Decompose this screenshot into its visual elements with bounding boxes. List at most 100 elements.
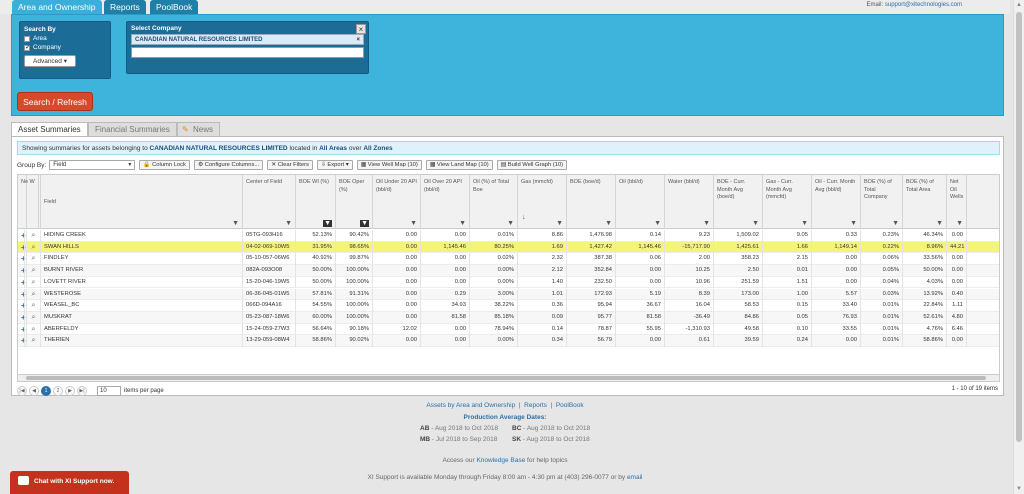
page-2-button[interactable]: 2 (53, 386, 63, 396)
tab-asset-summaries[interactable]: Asset Summaries (11, 122, 88, 137)
remove-chip-icon[interactable]: × (356, 35, 360, 45)
close-icon[interactable]: × (356, 24, 366, 34)
view-well-map-button[interactable]: ▦ View Well Map (10) (356, 160, 422, 170)
table-row[interactable]: + ⌕ ABERFELDY 15-24-059-27W3 56.64% 90.18% 12.… (18, 323, 999, 336)
tab-area-and-ownership[interactable]: Area and Ownership (12, 0, 102, 15)
export-button[interactable]: ⇩ Export ▾ (316, 160, 353, 170)
scroll-up-icon[interactable]: ▲ (1016, 2, 1022, 8)
last-page-button[interactable]: ▶| (77, 386, 87, 396)
company-search-input[interactable] (131, 47, 364, 58)
next-page-button[interactable]: ▶ (65, 386, 75, 396)
column-header[interactable]: Water (bbl/d) ▼ (665, 175, 714, 229)
filter-icon[interactable]: ▼ (323, 219, 332, 227)
table-row[interactable]: + ⌕ LOVETT RIVER 15-20-046-19W5 50.00% 100.00… (18, 276, 999, 289)
magnify-icon[interactable]: ⌕ (27, 265, 41, 277)
column-lock-button[interactable]: 🔒 Column Lock (139, 160, 190, 170)
search-refresh-button[interactable]: Search / Refresh (17, 92, 93, 111)
table-cell: 0.00 (421, 276, 470, 289)
tab-reports[interactable]: Reports (104, 0, 146, 15)
table-row[interactable]: + ⌕ SWAN HILLS 04-02-069-10W5 31.95% 98.65% 0.… (18, 241, 999, 254)
column-header[interactable]: BOE Oper (%) ▼ (336, 175, 373, 229)
filter-icon[interactable]: ▼ (410, 220, 417, 228)
advanced-button[interactable]: Advanced ▾ (24, 55, 76, 67)
magnify-icon[interactable]: ⌕ (27, 230, 41, 242)
first-page-button[interactable]: |◀ (17, 386, 27, 396)
support-email-link[interactable]: support@xitechnologies.com (885, 2, 962, 8)
filter-icon[interactable]: ▼ (556, 220, 563, 228)
magnify-icon[interactable]: ⌕ (27, 241, 41, 254)
tab-news[interactable]: ✎ News (177, 122, 221, 136)
filter-icon[interactable]: ▼ (956, 220, 963, 228)
tab-financial-summaries[interactable]: Financial Summaries (88, 122, 177, 136)
clear-filters-button[interactable]: ✕ Clear Filters (267, 160, 313, 170)
table-row[interactable]: + ⌕ BURNT RIVER 082A-093O08 50.00% 100.00% 0.0… (18, 265, 999, 277)
column-header[interactable]: Oil Over 20 API (bbl/d) ▼ (421, 175, 470, 229)
footer-link-assets[interactable]: Assets by Area and Ownership (426, 402, 515, 409)
filter-icon[interactable]: ▼ (654, 220, 661, 228)
column-header[interactable]: Oil (bbl/d) ▼ (616, 175, 665, 229)
filter-icon[interactable]: ▼ (936, 220, 943, 228)
table-row[interactable]: + ⌕ MUSKRAT 05-23-087-18W6 60.00% 100.00% 0.00… (18, 311, 999, 324)
filter-icon[interactable]: ▼ (892, 220, 899, 228)
column-header[interactable]: Center of Field ▼ (243, 175, 296, 229)
column-header[interactable]: Ne W (18, 175, 39, 229)
table-row[interactable]: + ⌕ WESTEROSE 06-36-045-01W5 57.81% 91.31% 0.0… (18, 288, 999, 301)
prev-page-button[interactable]: ◀ (29, 386, 39, 396)
column-header[interactable]: Oil Under 20 API (bbl/d) ▼ (373, 175, 421, 229)
column-header[interactable]: BOE (boe/d) ▼ (567, 175, 616, 229)
column-header[interactable]: Gas (mmcfd) ↓ ▼ (518, 175, 567, 229)
filter-icon[interactable]: ▼ (850, 220, 857, 228)
area-option[interactable]: Area (24, 35, 106, 42)
magnify-icon[interactable]: ⌕ (27, 300, 41, 312)
magnify-icon[interactable]: ⌕ (27, 323, 41, 336)
area-checkbox[interactable] (24, 35, 30, 42)
table-row[interactable]: + ⌕ FINDLEY 05-10-057-06W6 40.92% 99.87% 0.00 0… (18, 253, 999, 266)
clear-filters-label: Clear Filters (277, 162, 309, 168)
filter-icon[interactable]: ▼ (232, 220, 239, 228)
column-header[interactable]: BOE - Curr. Month Avg (boe/d) ▼ (714, 175, 763, 229)
magnify-icon[interactable]: ⌕ (27, 311, 41, 324)
filter-icon[interactable]: ▼ (752, 220, 759, 228)
magnify-icon[interactable]: ⌕ (27, 253, 41, 266)
vertical-scrollbar[interactable]: ▲ ▼ (1013, 0, 1024, 494)
company-option[interactable]: Company (24, 43, 106, 51)
group-by-select[interactable]: Field (49, 160, 136, 170)
filter-icon[interactable]: ▼ (360, 219, 369, 227)
column-header[interactable]: Field ▼ (41, 175, 243, 229)
horizontal-scrollbar[interactable] (18, 374, 999, 381)
tab-poolbook[interactable]: PoolBook (150, 0, 199, 15)
footer-link-poolbook[interactable]: PoolBook (556, 402, 584, 409)
filter-icon[interactable]: ▼ (459, 220, 466, 228)
filter-icon[interactable]: ▼ (703, 220, 710, 228)
chat-support-button[interactable]: Chat with XI Support now. (10, 471, 129, 494)
table-row[interactable]: + ⌕ THERIEN 13-29-059-08W4 58.86% 90.02% 0.00 0… (18, 335, 999, 347)
footer-link-reports[interactable]: Reports (524, 402, 547, 409)
knowledge-base-link[interactable]: Knowledge Base (476, 457, 525, 464)
column-header[interactable]: BOE (%) of Total Area ▼ (903, 175, 947, 229)
magnify-icon[interactable]: ⌕ (27, 276, 41, 289)
column-header[interactable]: Oil (%) of Total Boe ▼ (470, 175, 518, 229)
build-well-graph-button[interactable]: ▤ Build Well Graph (10) (496, 160, 568, 170)
scroll-down-icon[interactable]: ▼ (1016, 486, 1022, 492)
page-1-button[interactable]: 1 (41, 386, 51, 396)
vertical-scroll-thumb[interactable] (1016, 12, 1022, 442)
filter-icon[interactable]: ▼ (285, 220, 292, 228)
column-header[interactable]: BOE (%) of Total Company ▼ (861, 175, 903, 229)
configure-columns-button[interactable]: ⚙ Configure Columns... (193, 160, 264, 170)
column-header[interactable]: Oil - Curr. Month Avg (bbl/d) ▼ (812, 175, 861, 229)
magnify-icon[interactable]: ⌕ (27, 288, 41, 301)
filter-icon[interactable]: ▼ (507, 220, 514, 228)
company-checkbox[interactable] (24, 43, 31, 51)
column-header[interactable]: Gas - Curr. Month Avg (mmcfd) ▼ (763, 175, 812, 229)
magnify-icon[interactable]: ⌕ (27, 335, 41, 347)
table-row[interactable]: + ⌕ WEASEL_BC 066D-094A16 54.55% 100.00% 0.00 3… (18, 300, 999, 312)
filter-icon[interactable]: ▼ (801, 220, 808, 228)
page-size-select[interactable]: 10 (97, 386, 121, 396)
column-header[interactable]: Net Oil Wells ▼ (947, 175, 967, 229)
column-header[interactable]: BOE WI (%) ▼ (296, 175, 336, 229)
view-land-map-button[interactable]: ▦ View Land Map (10) (425, 160, 493, 170)
table-row[interactable]: + ⌕ HIDING CREEK 05TG-093H16 52.13% 90.42% 0.0… (18, 230, 999, 242)
filter-icon[interactable]: ▼ (605, 220, 612, 228)
scroll-thumb[interactable] (26, 376, 986, 380)
support-email-footer-link[interactable]: email (627, 474, 643, 481)
